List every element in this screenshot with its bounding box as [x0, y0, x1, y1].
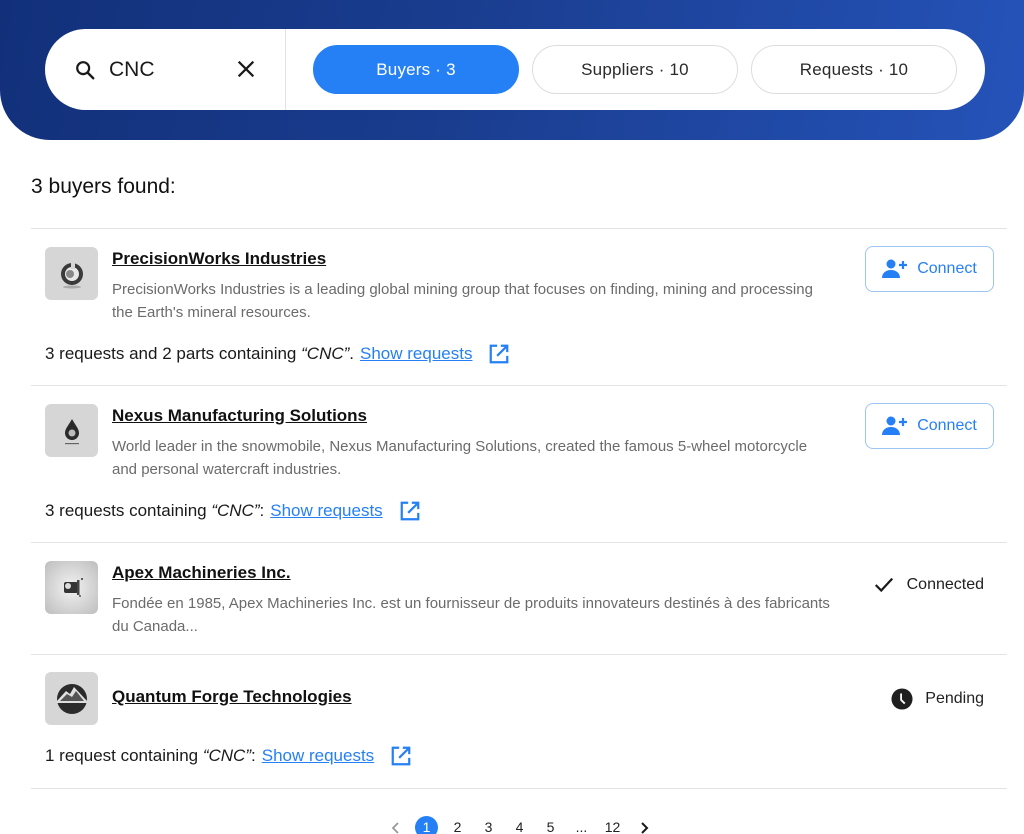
- company-description: PrecisionWorks Industries is a leading g…: [112, 281, 813, 321]
- list-item: Nexus Manufacturing Solutions World lead…: [31, 386, 1007, 543]
- tab-suppliers[interactable]: Suppliers · 10: [532, 45, 738, 94]
- external-link-icon[interactable]: [399, 500, 421, 522]
- connection-status: Pending: [891, 688, 984, 710]
- results-title: 3 buyers found:: [31, 175, 176, 198]
- close-icon[interactable]: [235, 58, 257, 80]
- list-item: PrecisionWorks Industries PrecisionWorks…: [31, 229, 1007, 386]
- connection-status: Connected: [873, 574, 984, 596]
- page-ellipsis: ...: [575, 819, 588, 834]
- page-12[interactable]: 12: [597, 819, 628, 834]
- external-link-icon[interactable]: [390, 745, 412, 767]
- company-logo: [45, 561, 98, 614]
- clock-icon: [891, 688, 913, 710]
- pagination: 1 2 3 4 5 ... 12: [380, 815, 659, 834]
- chevron-left-icon: [391, 822, 399, 834]
- company-logo: [45, 404, 98, 457]
- search-bar: CNC Buyers · 3 Suppliers · 10 Requests ·…: [45, 29, 985, 110]
- prev-page-button[interactable]: [380, 819, 411, 834]
- search-input[interactable]: CNC: [45, 29, 286, 110]
- tab-buyers[interactable]: Buyers · 3: [313, 45, 519, 94]
- search-value[interactable]: CNC: [109, 58, 219, 82]
- search-icon: [76, 60, 95, 79]
- list-item: Quantum Forge Technologies 1 request con…: [31, 655, 1007, 789]
- next-page-button[interactable]: [628, 819, 659, 834]
- chevron-right-icon: [640, 822, 648, 834]
- show-requests-link[interactable]: Show requests: [360, 344, 472, 364]
- page-3[interactable]: 3: [473, 819, 504, 834]
- request-summary: 3 requests containing “CNC”: Show reques…: [45, 500, 421, 522]
- company-name-link[interactable]: PrecisionWorks Industries: [112, 249, 326, 269]
- result-tabs: Buyers · 3 Suppliers · 10 Requests · 10: [286, 45, 957, 94]
- company-name-link[interactable]: Nexus Manufacturing Solutions: [112, 406, 367, 426]
- company-logo: [45, 672, 98, 725]
- show-requests-link[interactable]: Show requests: [262, 746, 374, 766]
- add-person-icon: [882, 259, 908, 278]
- connect-button[interactable]: Connect: [865, 403, 994, 449]
- list-item: Apex Machineries Inc. Fondée en 1985, Ap…: [31, 543, 1007, 655]
- company-name-link[interactable]: Quantum Forge Technologies: [112, 687, 352, 707]
- page-2[interactable]: 2: [442, 819, 473, 834]
- external-link-icon[interactable]: [488, 343, 510, 365]
- check-icon: [874, 577, 893, 593]
- request-summary: 3 requests and 2 parts containing “CNC”.…: [45, 343, 510, 365]
- company-logo: [45, 247, 98, 300]
- company-description: Fondée en 1985, Apex Machineries Inc. es…: [112, 595, 830, 635]
- request-summary: 1 request containing “CNC”: Show request…: [45, 745, 412, 767]
- page-1[interactable]: 1: [411, 815, 442, 834]
- tab-requests[interactable]: Requests · 10: [751, 45, 957, 94]
- page-4[interactable]: 4: [504, 819, 535, 834]
- company-description: World leader in the snowmobile, Nexus Ma…: [112, 438, 808, 478]
- page-5[interactable]: 5: [535, 819, 566, 834]
- search-header: CNC Buyers · 3 Suppliers · 10 Requests ·…: [0, 0, 1024, 140]
- show-requests-link[interactable]: Show requests: [270, 501, 382, 521]
- company-name-link[interactable]: Apex Machineries Inc.: [112, 563, 291, 583]
- connect-button[interactable]: Connect: [865, 246, 994, 292]
- add-person-icon: [882, 416, 908, 435]
- buyer-list: PrecisionWorks Industries PrecisionWorks…: [31, 228, 1007, 789]
